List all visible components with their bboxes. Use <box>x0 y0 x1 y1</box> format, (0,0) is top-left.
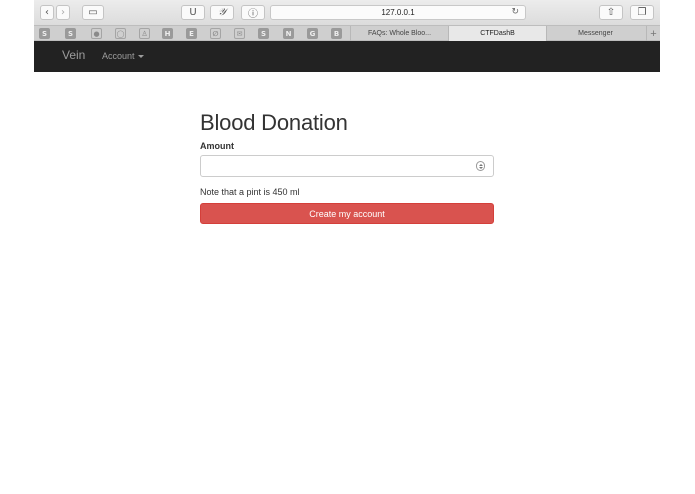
amount-input[interactable] <box>201 156 493 176</box>
account-label: Account <box>102 51 135 61</box>
create-account-button[interactable]: Create my account <box>200 203 494 224</box>
extension-y-icon[interactable]: 𝒴 <box>210 5 234 20</box>
page-title: Blood Donation <box>200 110 348 135</box>
browser-chrome: ‹ › ▭ U 𝒴 ⓘ 127.0.0.1 ↻ ⇧ ❐ S S ● ◯ ♙ H … <box>34 0 660 41</box>
amount-field[interactable] <box>200 155 494 177</box>
favorite-s3-icon[interactable]: S <box>258 28 269 39</box>
url-text: 127.0.0.1 <box>381 8 415 17</box>
favorite-h-icon[interactable]: H <box>162 28 173 39</box>
favorite-circle-icon[interactable]: ● <box>91 28 102 39</box>
favorites-bar: S S ● ◯ ♙ H E ∅ ✉ S N G B FAQs: Whole Bl… <box>34 25 660 41</box>
favorite-s-icon[interactable]: S <box>39 28 50 39</box>
account-dropdown[interactable]: Account <box>102 51 144 61</box>
favorite-slash-icon[interactable]: ∅ <box>210 28 221 39</box>
new-tab-button[interactable]: + <box>646 26 660 41</box>
browser-toolbar: ‹ › ▭ U 𝒴 ⓘ 127.0.0.1 ↻ ⇧ ❐ <box>34 0 660 25</box>
site-navbar: Vein Account <box>34 41 660 72</box>
extension-u-icon[interactable]: U <box>181 5 205 20</box>
favorite-github-icon[interactable]: ◯ <box>115 28 126 39</box>
favorite-n-icon[interactable]: N <box>283 28 294 39</box>
number-stepper-icon[interactable] <box>476 161 485 171</box>
favorite-g-icon[interactable]: G <box>307 28 318 39</box>
brand-link[interactable]: Vein <box>62 48 85 62</box>
sidebar-icon[interactable]: ▭ <box>82 5 104 20</box>
favorite-b-icon[interactable]: B <box>331 28 342 39</box>
tab-ctfdashb[interactable]: CTFDashB <box>448 26 546 41</box>
favorite-pawn-icon[interactable]: ♙ <box>139 28 150 39</box>
address-bar[interactable]: 127.0.0.1 ↻ <box>270 5 526 20</box>
favorite-mail-icon[interactable]: ✉ <box>234 28 245 39</box>
info-icon[interactable]: ⓘ <box>241 5 265 20</box>
favorite-s2-icon[interactable]: S <box>65 28 76 39</box>
forward-icon[interactable]: › <box>56 5 70 20</box>
tabs-overview-icon[interactable]: ❐ <box>630 5 654 20</box>
tab-faqs[interactable]: FAQs: Whole Bloo... <box>350 26 448 41</box>
amount-label: Amount <box>200 141 234 151</box>
tab-messenger[interactable]: Messenger <box>546 26 644 41</box>
pint-note: Note that a pint is 450 ml <box>200 187 300 197</box>
caret-down-icon <box>137 55 144 59</box>
back-icon[interactable]: ‹ <box>40 5 54 20</box>
donation-form: Blood Donation Amount Note that a pint i… <box>200 108 495 224</box>
reload-icon[interactable]: ↻ <box>511 7 519 17</box>
share-icon[interactable]: ⇧ <box>599 5 623 20</box>
favorite-e-icon[interactable]: E <box>186 28 197 39</box>
